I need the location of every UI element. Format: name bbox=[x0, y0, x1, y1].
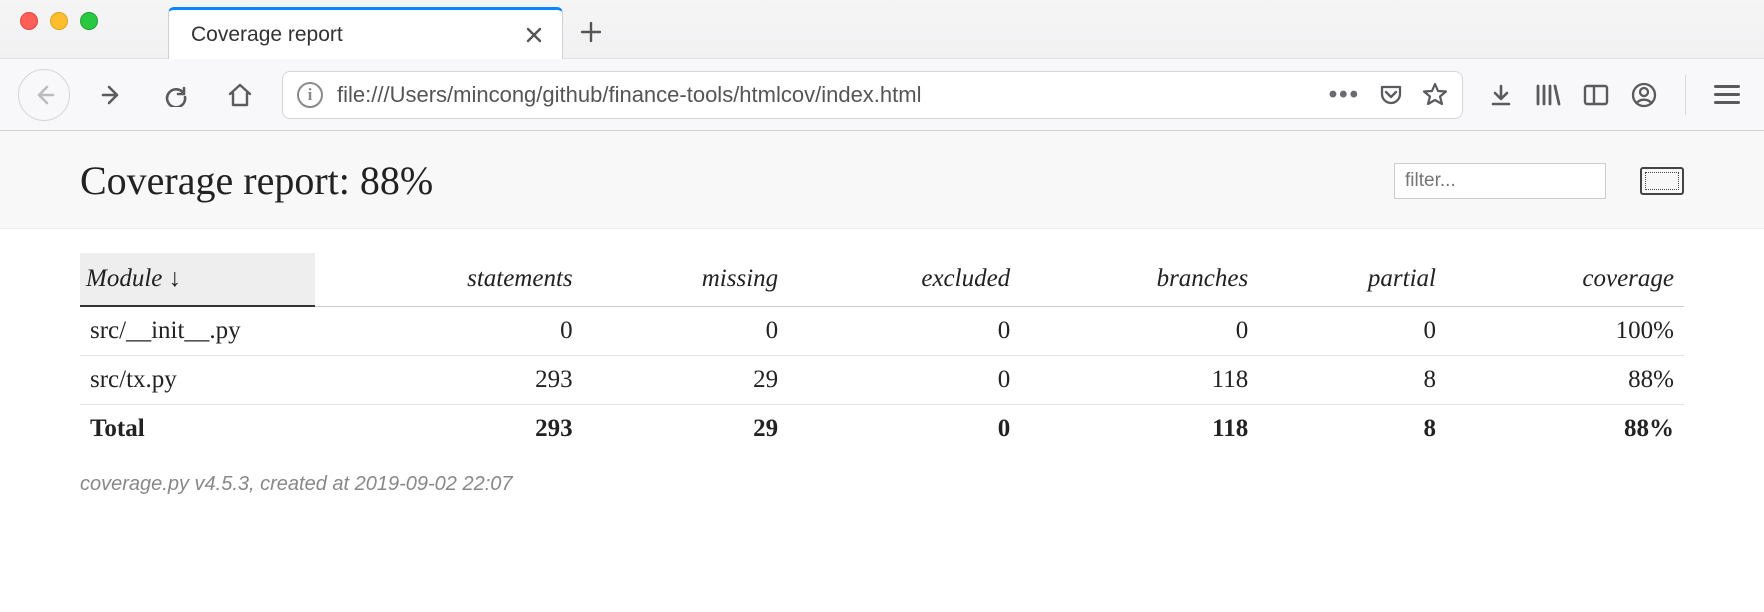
col-statements[interactable]: statements bbox=[315, 253, 583, 306]
cell-missing: 29 bbox=[583, 356, 789, 405]
tab-title: Coverage report bbox=[191, 23, 343, 47]
tab-strip: Coverage report bbox=[0, 0, 1764, 58]
new-tab-button[interactable] bbox=[563, 6, 619, 58]
cell-module[interactable]: src/tx.py bbox=[80, 356, 315, 405]
download-icon bbox=[1489, 83, 1513, 107]
cell-partial: 8 bbox=[1258, 356, 1446, 405]
arrow-left-icon bbox=[32, 83, 56, 107]
star-icon bbox=[1422, 82, 1448, 108]
more-actions-button[interactable]: ••• bbox=[1329, 81, 1360, 109]
account-icon bbox=[1631, 82, 1657, 108]
col-module[interactable]: Module ↓ bbox=[80, 253, 315, 306]
back-button[interactable] bbox=[18, 69, 70, 121]
tab-close-button[interactable] bbox=[522, 27, 546, 43]
cell-coverage: 100% bbox=[1446, 306, 1684, 356]
table-row: src/tx.py 293 29 0 118 8 88% bbox=[80, 356, 1684, 405]
title-percent: 88% bbox=[360, 158, 433, 203]
sidebar-button[interactable] bbox=[1583, 84, 1609, 106]
table-header-row: Module ↓ statements missing excluded bra… bbox=[80, 253, 1684, 306]
cell-partial: 0 bbox=[1258, 306, 1446, 356]
close-icon bbox=[526, 27, 542, 43]
cell-excluded: 0 bbox=[788, 405, 1020, 454]
home-icon bbox=[227, 82, 253, 108]
menu-button[interactable] bbox=[1714, 85, 1740, 104]
cell-excluded: 0 bbox=[788, 306, 1020, 356]
tab-coverage-report[interactable]: Coverage report bbox=[168, 7, 563, 59]
cell-total-label: Total bbox=[80, 405, 315, 454]
cell-coverage: 88% bbox=[1446, 405, 1684, 454]
cell-branches: 118 bbox=[1020, 405, 1258, 454]
bookmark-button[interactable] bbox=[1422, 82, 1448, 108]
filter-input[interactable] bbox=[1394, 163, 1606, 199]
toolbar-right bbox=[1483, 75, 1746, 115]
col-coverage[interactable]: coverage bbox=[1446, 253, 1684, 306]
coverage-table: Module ↓ statements missing excluded bra… bbox=[80, 253, 1684, 453]
library-button[interactable] bbox=[1535, 83, 1561, 107]
keyboard-shortcuts-button[interactable] bbox=[1640, 167, 1684, 195]
footer-text: coverage.py v4.5.3, created at 2019-09-0… bbox=[80, 453, 1684, 496]
cell-excluded: 0 bbox=[788, 356, 1020, 405]
cell-statements: 293 bbox=[315, 405, 583, 454]
reload-button[interactable] bbox=[154, 73, 198, 117]
page: Coverage report: 88% Module ↓ statements… bbox=[0, 131, 1764, 496]
home-button[interactable] bbox=[218, 73, 262, 117]
close-window-button[interactable] bbox=[20, 12, 38, 30]
minimize-window-button[interactable] bbox=[50, 12, 68, 30]
page-header-right bbox=[1394, 163, 1684, 199]
table-row: src/__init__.py 0 0 0 0 0 100% bbox=[80, 306, 1684, 356]
arrow-right-icon bbox=[100, 83, 124, 107]
col-missing[interactable]: missing bbox=[583, 253, 789, 306]
cell-branches: 0 bbox=[1020, 306, 1258, 356]
toolbar: i ••• bbox=[0, 58, 1764, 130]
title-prefix: Coverage report: bbox=[80, 158, 350, 203]
cell-statements: 0 bbox=[315, 306, 583, 356]
urlbar-page-actions: ••• bbox=[1329, 81, 1448, 109]
sidebar-icon bbox=[1583, 84, 1609, 106]
window-controls bbox=[14, 0, 108, 58]
zoom-window-button[interactable] bbox=[80, 12, 98, 30]
pocket-button[interactable] bbox=[1378, 82, 1404, 108]
url-bar[interactable]: i ••• bbox=[282, 71, 1463, 119]
account-button[interactable] bbox=[1631, 82, 1657, 108]
cell-branches: 118 bbox=[1020, 356, 1258, 405]
pocket-icon bbox=[1378, 82, 1404, 108]
cell-missing: 29 bbox=[583, 405, 789, 454]
col-excluded[interactable]: excluded bbox=[788, 253, 1020, 306]
separator bbox=[1685, 75, 1686, 115]
forward-button[interactable] bbox=[90, 73, 134, 117]
browser-chrome: Coverage report i ••• bbox=[0, 0, 1764, 131]
cell-statements: 293 bbox=[315, 356, 583, 405]
col-branches[interactable]: branches bbox=[1020, 253, 1258, 306]
plus-icon bbox=[581, 22, 601, 42]
col-partial[interactable]: partial bbox=[1258, 253, 1446, 306]
page-header: Coverage report: 88% bbox=[0, 131, 1764, 229]
tabs: Coverage report bbox=[168, 0, 619, 58]
cell-missing: 0 bbox=[583, 306, 789, 356]
downloads-button[interactable] bbox=[1489, 83, 1513, 107]
page-title: Coverage report: 88% bbox=[80, 157, 433, 204]
cell-partial: 8 bbox=[1258, 405, 1446, 454]
reload-icon bbox=[164, 83, 188, 107]
library-icon bbox=[1535, 83, 1561, 107]
site-info-icon[interactable]: i bbox=[297, 82, 323, 108]
cell-coverage: 88% bbox=[1446, 356, 1684, 405]
content: Module ↓ statements missing excluded bra… bbox=[0, 229, 1764, 496]
table-total-row: Total 293 29 0 118 8 88% bbox=[80, 405, 1684, 454]
cell-module[interactable]: src/__init__.py bbox=[80, 306, 315, 356]
hamburger-icon bbox=[1714, 85, 1740, 104]
url-input[interactable] bbox=[337, 82, 1315, 108]
